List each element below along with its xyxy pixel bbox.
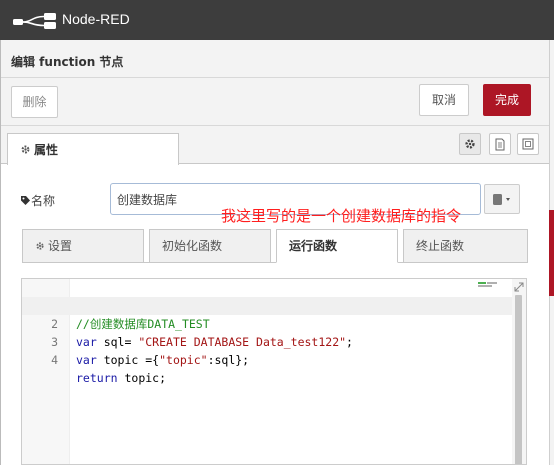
name-label: 名称 — [20, 192, 55, 209]
expand-icon[interactable] — [513, 281, 525, 293]
done-button[interactable]: 完成 — [483, 84, 531, 116]
tray-toolbar: 删除 取消 完成 — [1, 78, 550, 126]
tab-properties[interactable]: 属性 — [7, 133, 179, 165]
tab-properties-inner: 属性 — [20, 141, 58, 158]
code-line: 3 var topic ={"topic":sql}; — [22, 315, 512, 367]
code-line: 1 //创建数据库DATA_TEST — [22, 279, 512, 331]
tab-setup[interactable]: 设置 — [22, 229, 144, 263]
minimap-icon — [478, 282, 497, 287]
name-label-text: 名称 — [31, 194, 56, 208]
node-icon-picker-icon — [493, 194, 510, 205]
app-header: Node-RED — [0, 0, 554, 40]
tab-setup-label: 设置 — [48, 239, 73, 253]
tray-title-bar: 编辑 function 节点 — [1, 40, 550, 78]
cancel-button[interactable]: 取消 — [419, 84, 469, 116]
sidebar-scroll-marker — [549, 210, 554, 296]
code-line: 4 return topic; — [22, 333, 512, 385]
tray-title: 编辑 function 节点 — [11, 55, 124, 69]
description-tab-button[interactable] — [489, 133, 511, 155]
document-icon — [495, 138, 505, 151]
gear-icon — [465, 139, 475, 149]
settings-tab-button[interactable] — [459, 133, 481, 155]
tab-on-stop[interactable]: 终止函数 — [403, 229, 528, 263]
code-text: var topic ={"topic":sql}; — [76, 353, 250, 367]
annotation-text: 我这里写的是一个创建数据库的指令 — [221, 207, 462, 225]
tab-on-message[interactable]: 运行函数 — [276, 229, 398, 263]
tag-icon — [21, 196, 30, 205]
node-icon-picker[interactable] — [484, 184, 520, 214]
appearance-tab-button[interactable] — [517, 133, 539, 155]
tab-on-start[interactable]: 初始化函数 — [149, 229, 271, 263]
gear-icon — [36, 242, 44, 250]
app-title: Node-RED — [62, 11, 130, 27]
node-red-logo-icon — [13, 13, 56, 29]
code-editor[interactable]: 1 //创建数据库DATA_TEST 2 var sql= "CREATE DA… — [21, 278, 527, 465]
delete-button[interactable]: 删除 — [11, 86, 58, 118]
tray-tabs: 属性 — [1, 126, 550, 165]
code-text: return topic; — [76, 371, 167, 385]
line-number: 4 — [51, 353, 58, 367]
function-tabs: 设置 初始化函数 运行函数 终止函数 — [22, 229, 528, 263]
editor-scrollbar-thumb[interactable] — [515, 295, 522, 464]
gear-icon — [21, 145, 30, 154]
code-line: 2 var sql= "CREATE DATABASE Data_test122… — [22, 297, 512, 349]
frame-icon — [522, 138, 534, 150]
tab-properties-label: 属性 — [34, 143, 59, 157]
